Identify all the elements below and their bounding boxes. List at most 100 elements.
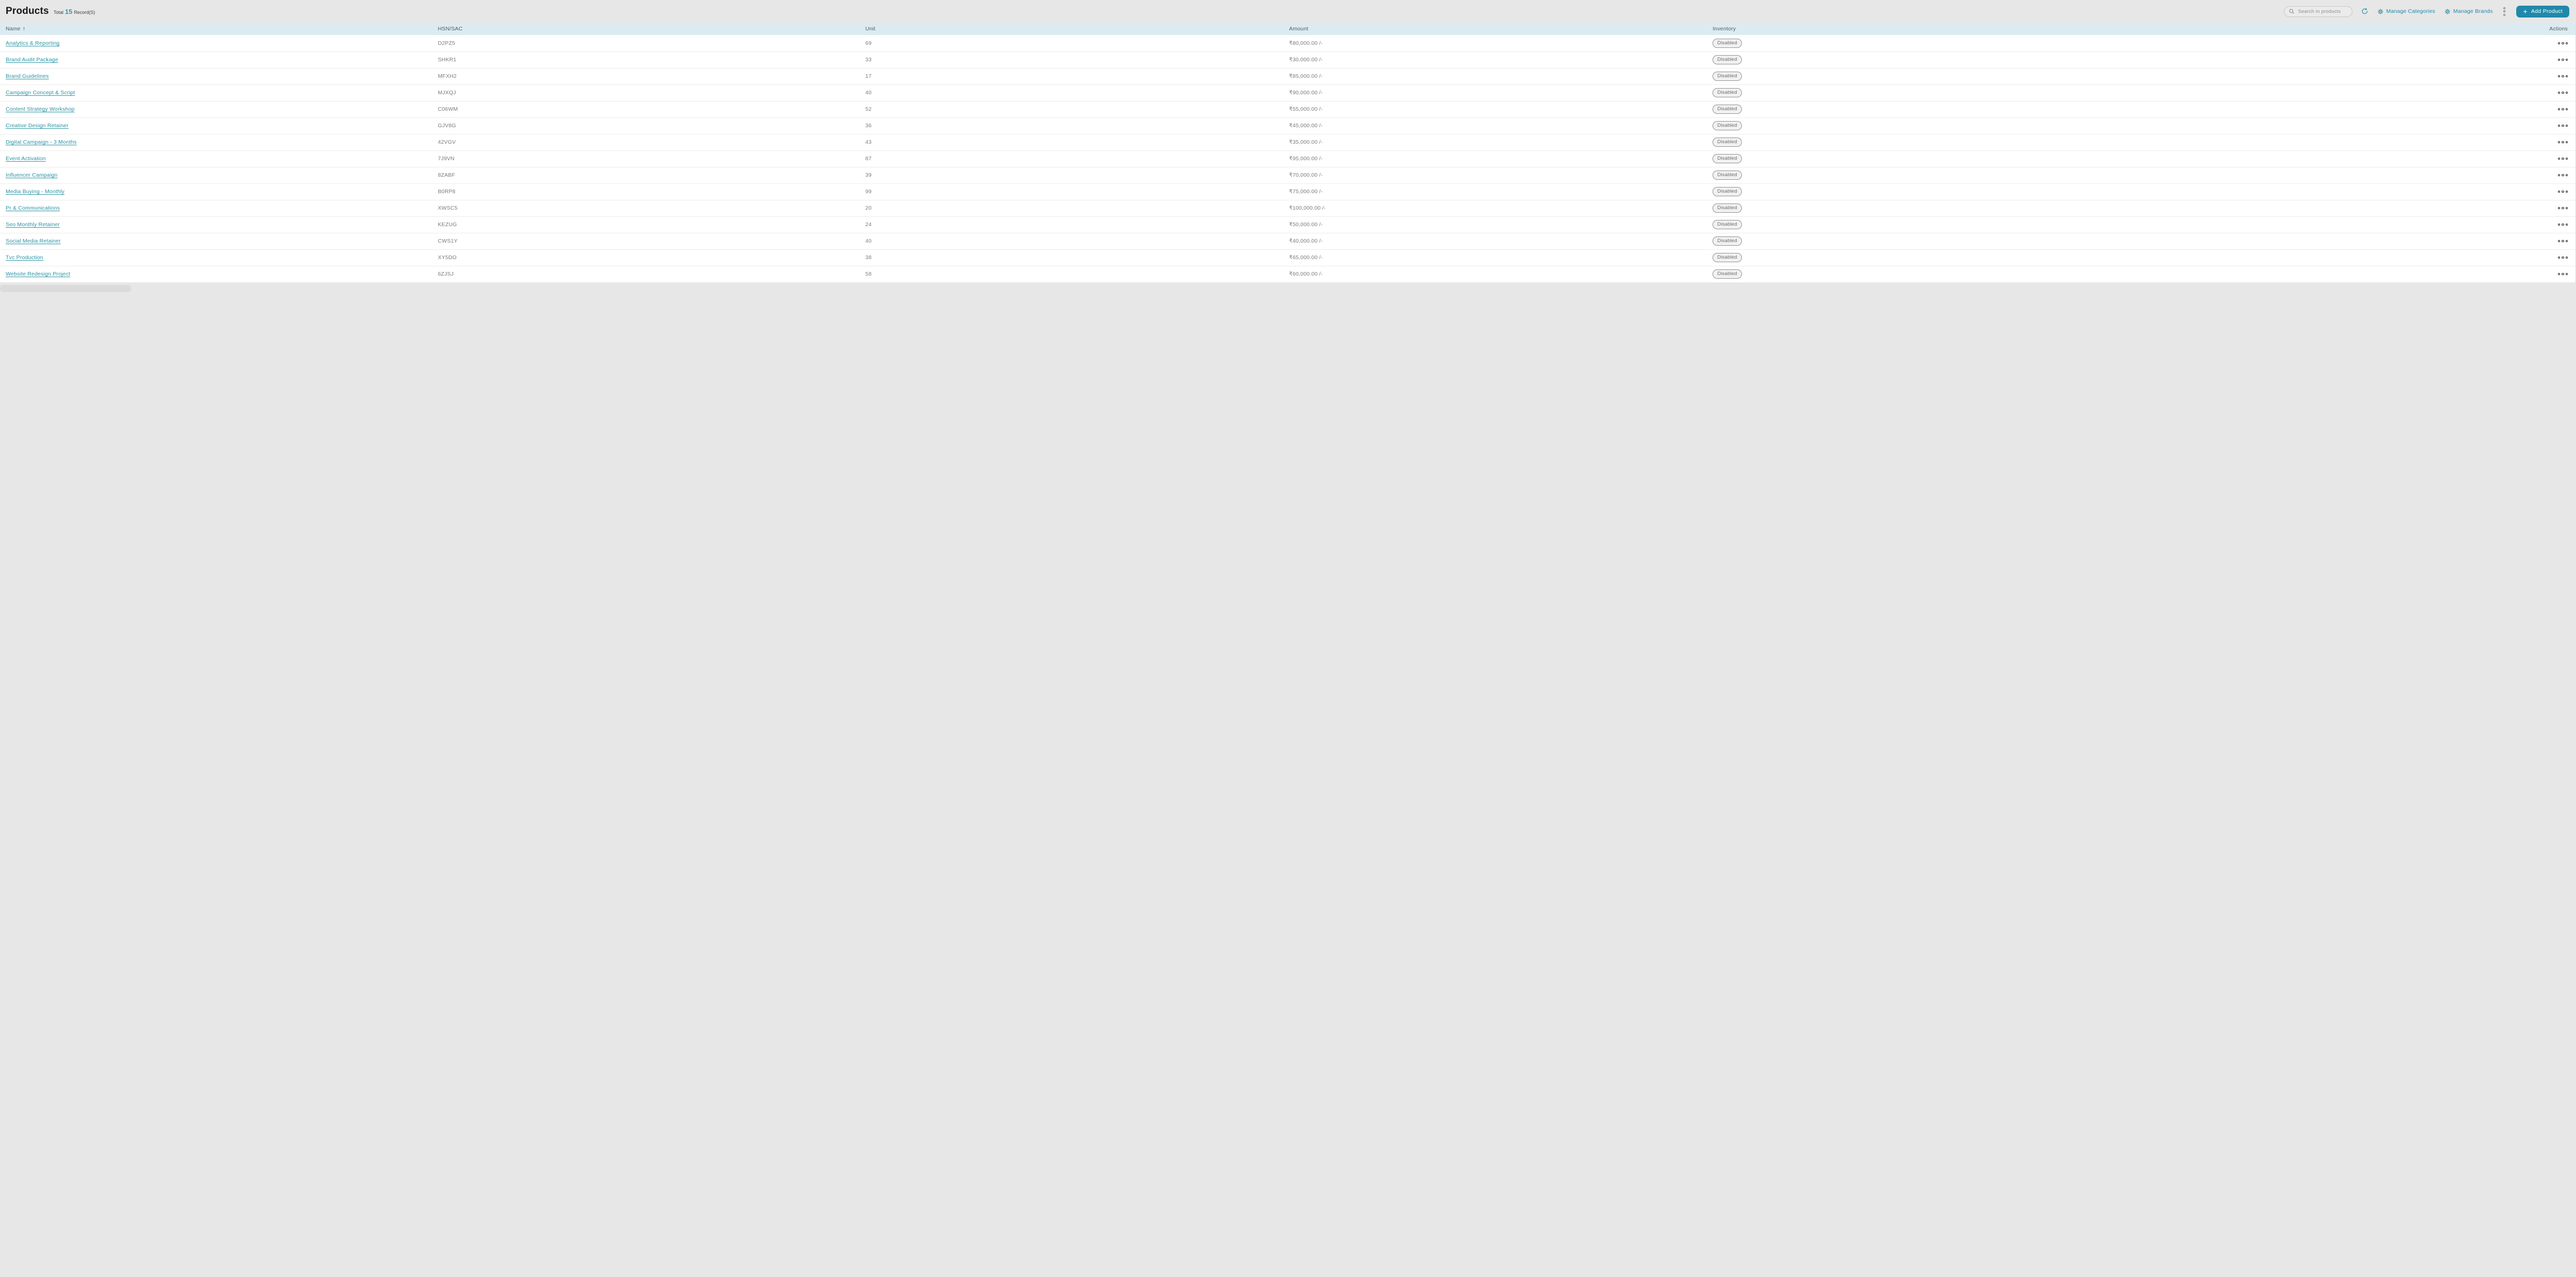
refresh-button[interactable] [2361, 8, 2368, 15]
row-actions-button[interactable] [2557, 271, 2568, 277]
column-header-inventory[interactable]: Inventory [1713, 23, 2205, 35]
row-actions-button[interactable] [2557, 57, 2568, 63]
row-actions-button[interactable] [2557, 41, 2568, 46]
amount-cell: ₹45,000.00 /- [1289, 117, 1713, 134]
manage-categories-button[interactable]: Manage Categories [2377, 8, 2435, 15]
inventory-cell: Disabled [1713, 233, 2205, 250]
row-actions-button[interactable] [2557, 140, 2568, 145]
hsn-sac-cell: SHKR1 [437, 52, 866, 69]
product-name-cell: Media Buying - Monthly [0, 183, 438, 200]
table-row: Pr & Communications XWSC5 20 ₹100,000.00 /-… [0, 200, 2575, 217]
inventory-status-badge: Disabled [1713, 55, 1742, 65]
hsn-sac-cell: GJV8G [437, 117, 866, 134]
product-name-cell: Pr & Communications [0, 200, 438, 217]
inventory-status-badge: Disabled [1713, 137, 1742, 147]
product-name-cell: Brand Audit Package [0, 52, 438, 69]
inventory-status-badge: Disabled [1713, 71, 1742, 81]
hsn-sac-cell: MJXQJ [437, 84, 866, 101]
row-actions-button[interactable] [2557, 74, 2568, 79]
product-name-link[interactable]: Media Buying - Monthly [6, 189, 64, 195]
inventory-cell: Disabled [1713, 266, 2205, 283]
inventory-status-badge: Disabled [1713, 154, 1742, 164]
product-name-link[interactable]: Tvc Production [6, 254, 43, 261]
ellipsis-icon [2557, 174, 2560, 177]
product-name-link[interactable]: Influencer Campaign [6, 172, 58, 178]
product-name-cell: Analytics & Reporting [0, 35, 438, 52]
hsn-sac-cell: XY5DO [437, 249, 866, 266]
actions-cell [2205, 101, 2575, 118]
product-name-link[interactable]: Digital Campaign - 3 Months [6, 139, 77, 145]
product-name-cell: Seo Monthly Retainer [0, 216, 438, 233]
row-actions-button[interactable] [2557, 189, 2568, 195]
table-row: Social Media Retainer CWS1Y 40 ₹40,000.00 /… [0, 233, 2575, 250]
product-name-link[interactable]: Event Activation [6, 156, 46, 162]
column-header-actions: Actions [2549, 26, 2568, 32]
column-header-name[interactable]: Name ↑ [0, 23, 438, 35]
column-header-amount[interactable]: Amount [1289, 23, 1713, 35]
table-row: Brand Guidelines MFXH2 17 ₹85,000.00 /- Disa… [0, 68, 2575, 85]
unit-cell: 52 [865, 101, 1289, 118]
search-input[interactable] [2297, 8, 2348, 15]
column-header-hsn-sac[interactable]: HSN/SAC [438, 23, 866, 35]
actions-cell [2205, 35, 2575, 52]
row-actions-button[interactable] [2557, 255, 2568, 261]
actions-cell [2205, 52, 2575, 69]
row-actions-button[interactable] [2557, 173, 2568, 178]
row-actions-button[interactable] [2557, 90, 2568, 96]
unit-cell: 24 [865, 216, 1289, 233]
row-actions-button[interactable] [2557, 222, 2568, 228]
toolbar: Manage Categories Manage Brands [2283, 5, 2569, 18]
add-product-button[interactable]: + Add Product [2516, 5, 2569, 18]
amount-cell: ₹60,000.00 /- [1289, 266, 1713, 283]
table-row: Tvc Production XY5DO 38 ₹65,000.00 /- Disabl… [0, 249, 2575, 266]
add-product-label: Add Product [2531, 8, 2563, 14]
search-box[interactable] [2283, 6, 2352, 17]
product-name-link[interactable]: Brand Guidelines [6, 73, 49, 79]
product-name-link[interactable]: Social Media Retainer [6, 238, 61, 244]
gear-icon [2377, 8, 2384, 15]
product-name-link[interactable]: Campaign Concept & Script [6, 90, 75, 96]
row-actions-button[interactable] [2557, 107, 2568, 112]
product-name-link[interactable]: Seo Monthly Retainer [6, 222, 60, 228]
hsn-sac-cell: 42VGV [437, 134, 866, 151]
plus-icon: + [2523, 7, 2528, 15]
hsn-sac-cell: XWSC5 [437, 200, 866, 217]
unit-cell: 17 [865, 68, 1289, 85]
table-row: Analytics & Reporting D2PZ5 69 ₹80,000.00 /… [0, 35, 2575, 52]
product-name-cell: Creative Design Retainer [0, 117, 438, 134]
product-name-link[interactable]: Pr & Communications [6, 205, 60, 211]
hsn-sac-cell: CWS1Y [437, 233, 866, 250]
inventory-cell: Disabled [1713, 183, 2205, 200]
row-actions-button[interactable] [2557, 206, 2568, 211]
more-options-button[interactable] [2501, 6, 2507, 17]
table-row: Brand Audit Package SHKR1 33 ₹30,000.00 /- D… [0, 52, 2575, 69]
horizontal-scrollbar[interactable] [0, 282, 2576, 294]
row-actions-button[interactable] [2557, 239, 2568, 244]
product-name-link[interactable]: Content Strategy Workshop [6, 106, 75, 112]
manage-brands-label: Manage Brands [2453, 8, 2493, 14]
record-count-total-label: Total [53, 10, 63, 15]
hsn-sac-cell: MFXH2 [437, 68, 866, 85]
product-name-link[interactable]: Brand Audit Package [6, 57, 58, 63]
record-count-number: 15 [64, 8, 73, 15]
row-actions-button[interactable] [2557, 123, 2568, 129]
unit-cell: 40 [865, 84, 1289, 101]
amount-cell: ₹75,000.00 /- [1289, 183, 1713, 200]
actions-cell [2205, 117, 2575, 134]
ellipsis-icon [2557, 42, 2560, 45]
product-name-link[interactable]: Website Redesign Project [6, 271, 70, 277]
ellipsis-icon [2557, 190, 2560, 193]
scrollbar-thumb[interactable] [0, 284, 131, 292]
ellipsis-icon [2557, 141, 2560, 144]
table-row: Event Activation 7J9VN 87 ₹95,000.00 /- Disa… [0, 150, 2575, 167]
row-actions-button[interactable] [2557, 156, 2568, 162]
hsn-sac-cell: 8ZABF [437, 167, 866, 184]
actions-cell [2205, 150, 2575, 167]
manage-brands-button[interactable]: Manage Brands [2444, 8, 2493, 15]
actions-cell [2205, 233, 2575, 250]
product-name-link[interactable]: Creative Design Retainer [6, 123, 69, 129]
product-name-link[interactable]: Analytics & Reporting [6, 40, 60, 46]
inventory-status-badge: Disabled [1713, 121, 1742, 131]
column-header-unit[interactable]: Unit [866, 23, 1289, 35]
product-name-cell: Social Media Retainer [0, 233, 438, 250]
